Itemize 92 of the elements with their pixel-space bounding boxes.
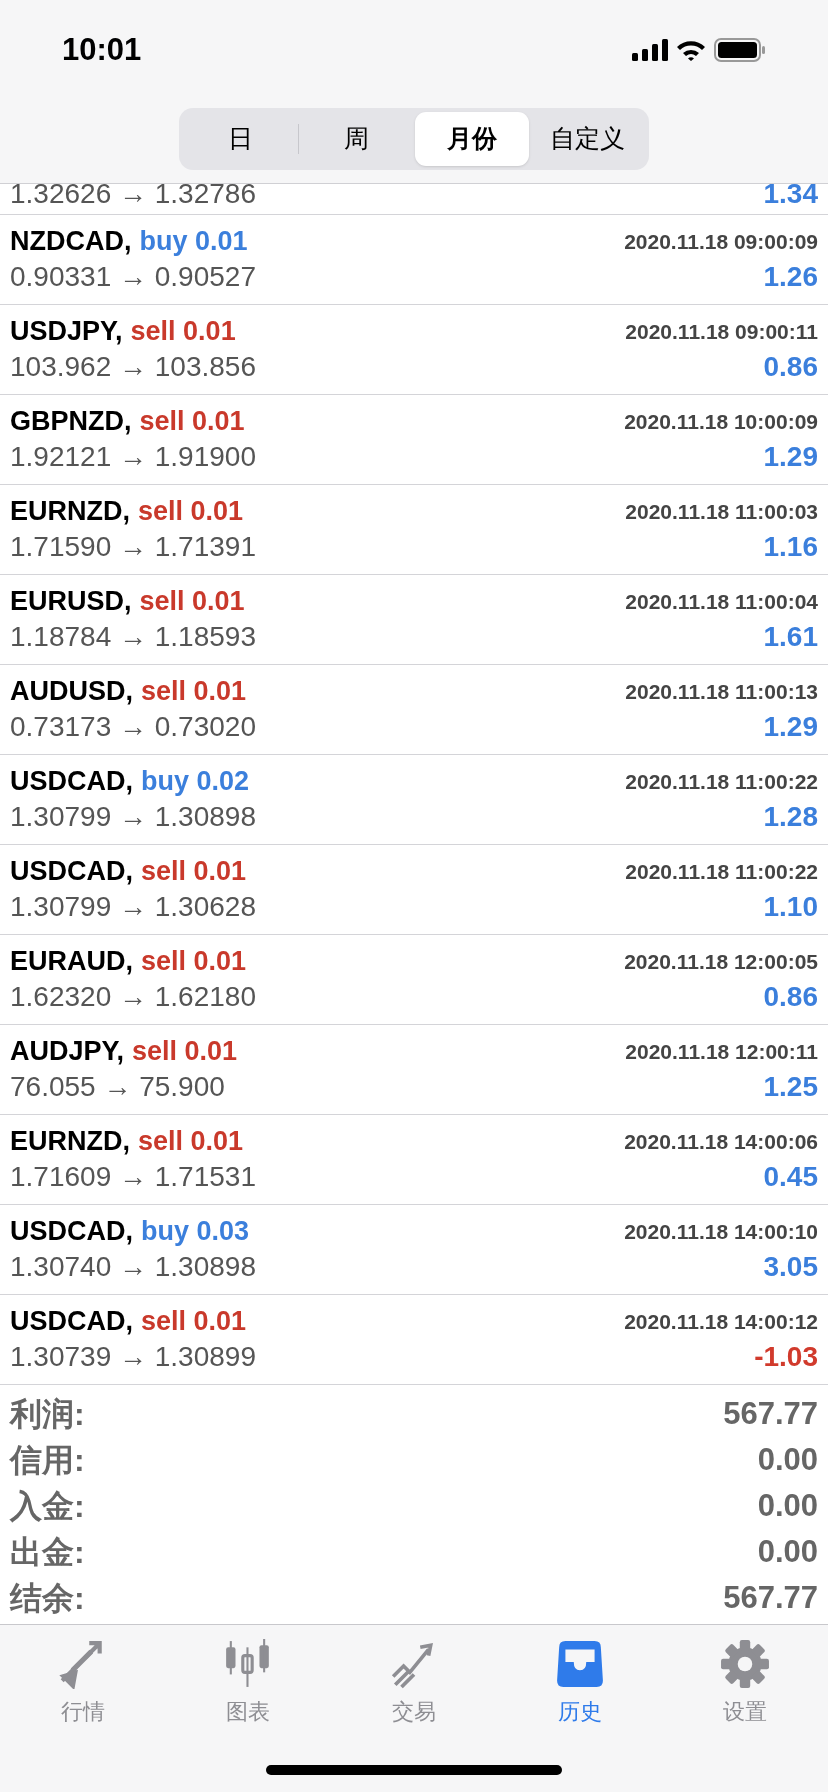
wifi-icon [676, 39, 706, 61]
trade-symbol: USDCAD, [10, 858, 133, 885]
profit-value: 0.86 [763, 983, 818, 1011]
period-tab[interactable]: 日 [183, 112, 298, 166]
summary-label: 入金: [10, 1487, 85, 1526]
trade-symbol: EURUSD, [10, 588, 132, 615]
profit-value: 1.34 [763, 184, 818, 208]
trade-symbol: USDCAD, [10, 1308, 133, 1335]
price-range: 1.30799 → 1.30628 [10, 893, 256, 921]
price-range: 76.055 → 75.900 [10, 1073, 225, 1101]
price-range: 1.92121 → 1.91900 [10, 443, 256, 471]
tab-bar-item[interactable]: 交易 [331, 1625, 497, 1735]
settings-icon [720, 1639, 771, 1689]
order-type: buy 0.02 [141, 768, 250, 795]
trade-symbol: USDCAD, [10, 1218, 133, 1245]
summary-value: 567.77 [723, 1578, 818, 1617]
trade-time: 2020.11.18 09:00:11 [625, 321, 818, 342]
trade-time: 2020.11.18 14:00:06 [624, 1131, 818, 1152]
period-tab[interactable]: 自定义 [530, 112, 645, 166]
profit-value: 1.16 [763, 533, 818, 561]
order-type: sell 0.01 [132, 1038, 238, 1065]
tab-bar-item[interactable]: 图表 [165, 1625, 332, 1735]
order-type: sell 0.01 [130, 318, 236, 345]
trade-symbol: EURNZD, [10, 1128, 130, 1155]
price-range: 1.30739 → 1.30899 [10, 1343, 256, 1371]
price-range: 1.18784 → 1.18593 [10, 623, 256, 651]
tab-bar-item[interactable]: 历史 [496, 1625, 663, 1735]
price-range: 0.73173 → 0.73020 [10, 713, 256, 741]
order-type: sell 0.01 [141, 858, 247, 885]
tab-bar-item[interactable]: 行情 [0, 1625, 166, 1735]
trade-symbol: AUDUSD, [10, 678, 133, 705]
price-range: 0.90331 → 0.90527 [10, 263, 256, 291]
price-range: 1.30799 → 1.30898 [10, 803, 256, 831]
price-range: 103.962 → 103.856 [10, 353, 256, 381]
price-range: 1.62320 → 1.62180 [10, 983, 256, 1011]
signal-icon [632, 39, 668, 61]
order-type: sell 0.01 [139, 588, 245, 615]
profit-value: 1.28 [763, 803, 818, 831]
tray-icon [554, 1639, 605, 1689]
order-type: sell 0.01 [139, 408, 245, 435]
profit-value: 3.05 [763, 1253, 818, 1281]
summary-label: 利润: [10, 1395, 85, 1434]
order-type: sell 0.01 [141, 678, 247, 705]
trade-time: 2020.11.18 11:00:03 [625, 501, 818, 522]
profit-value: 0.86 [763, 353, 818, 381]
trade-symbol: EURNZD, [10, 498, 130, 525]
period-tab[interactable]: 月份 [414, 112, 530, 166]
summary-label: 结余: [10, 1579, 85, 1618]
summary-value: 567.77 [723, 1394, 818, 1433]
summary-label: 出金: [10, 1533, 85, 1572]
trade-symbol: EURAUD, [10, 948, 133, 975]
price-range: 1.30740 → 1.30898 [10, 1253, 256, 1281]
order-type: sell 0.01 [141, 1308, 247, 1335]
order-type: sell 0.01 [138, 498, 244, 525]
price-range: 1.32626 → 1.32786 [10, 184, 256, 208]
period-tab[interactable]: 周 [298, 112, 414, 166]
profit-value: 1.29 [763, 443, 818, 471]
summary-value: 0.00 [757, 1440, 818, 1479]
order-type: buy 0.01 [139, 228, 248, 255]
trade-symbol: AUDJPY, [10, 1038, 125, 1065]
trade-time: 2020.11.18 11:00:22 [625, 861, 818, 882]
trade-time: 2020.11.18 14:00:12 [624, 1311, 818, 1332]
trade-symbol: GBPNZD, [10, 408, 132, 435]
trade-time: 2020.11.18 11:00:22 [625, 771, 818, 792]
battery-icon [714, 38, 766, 62]
order-type: sell 0.01 [141, 948, 247, 975]
summary-value: 0.00 [757, 1486, 818, 1525]
trade-symbol: USDJPY, [10, 318, 123, 345]
trade-time: 2020.11.18 14:00:10 [624, 1221, 818, 1242]
order-type: sell 0.01 [138, 1128, 244, 1155]
order-type: buy 0.03 [141, 1218, 250, 1245]
summary-value: 0.00 [757, 1532, 818, 1571]
profit-value: 1.25 [763, 1073, 818, 1101]
trade-time: 2020.11.18 12:00:11 [625, 1041, 818, 1062]
trade-time: 2020.11.18 11:00:04 [625, 591, 818, 612]
profit-value: 1.61 [763, 623, 818, 651]
price-range: 1.71590 → 1.71391 [10, 533, 256, 561]
profit-value: 1.26 [763, 263, 818, 291]
summary-label: 信用: [10, 1441, 85, 1480]
trade-time: 2020.11.18 11:00:13 [625, 681, 818, 702]
profit-value: 0.45 [763, 1163, 818, 1191]
tab-bar-item[interactable]: 设置 [662, 1625, 828, 1735]
status-time: 10:01 [62, 30, 142, 69]
trade-time: 2020.11.18 10:00:09 [624, 411, 818, 432]
trade-symbol: NZDCAD, [10, 228, 132, 255]
profit-value: -1.03 [754, 1343, 818, 1371]
profit-value: 1.10 [763, 893, 818, 921]
price-range: 1.71609 → 1.71531 [10, 1163, 256, 1191]
profit-value: 1.29 [763, 713, 818, 741]
trade-time: 2020.11.18 12:00:05 [624, 951, 818, 972]
trade-symbol: USDCAD, [10, 768, 133, 795]
trade-time: 2020.11.18 09:00:09 [624, 231, 818, 252]
